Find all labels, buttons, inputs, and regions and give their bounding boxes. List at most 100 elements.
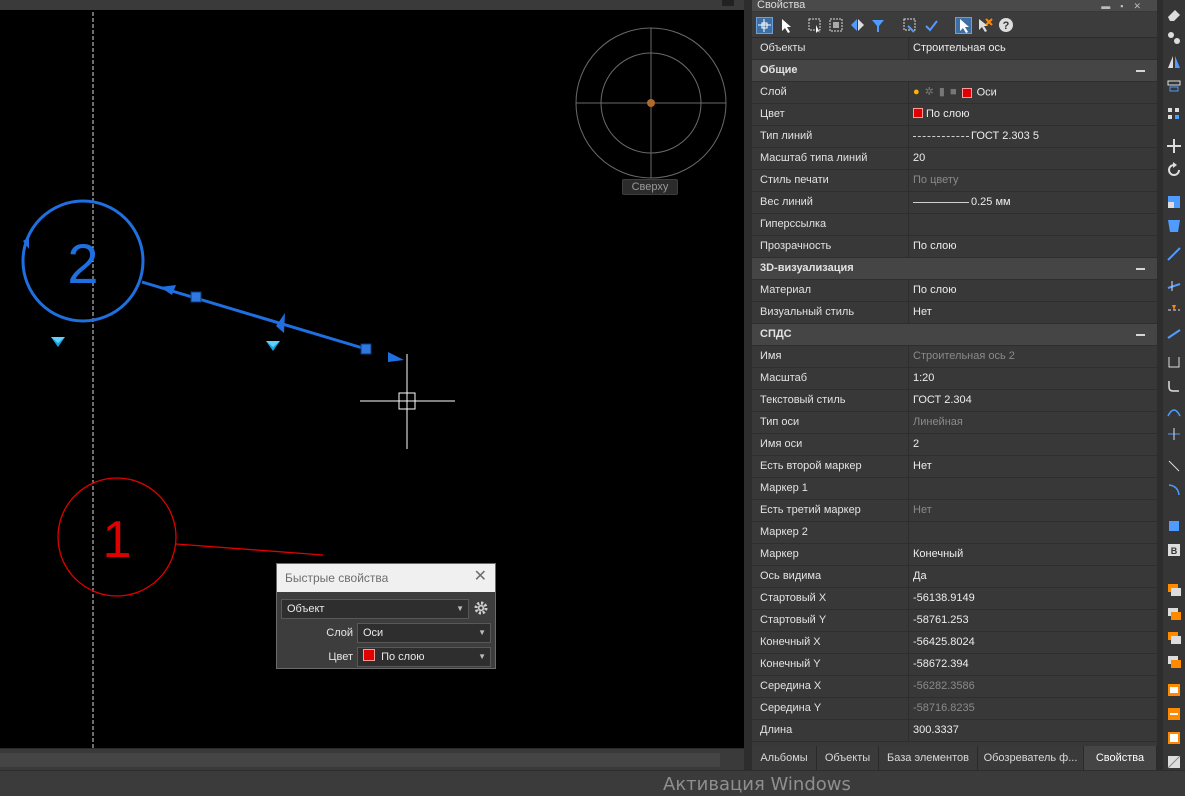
property-row[interactable]: Вес линий 0.25 мм — [752, 192, 1157, 214]
property-row[interactable]: Длина 300.3337 — [752, 720, 1157, 742]
property-value[interactable]: Строительная ось — [910, 38, 1157, 59]
property-row[interactable]: Объекты Строительная ось — [752, 38, 1157, 60]
panel-tab[interactable]: Объекты — [817, 746, 879, 770]
layer-send-icon[interactable] — [1166, 630, 1182, 646]
property-value[interactable]: По цвету — [910, 170, 1157, 191]
scale-icon[interactable] — [1166, 194, 1182, 210]
text-edit-icon[interactable]: B — [1166, 542, 1182, 558]
property-row[interactable]: Есть второй маркер Нет — [752, 456, 1157, 478]
select-pointer-icon[interactable] — [778, 17, 795, 34]
property-value[interactable]: -56425.8024 — [910, 632, 1157, 653]
property-row[interactable]: Маркер Конечный — [752, 544, 1157, 566]
offset-icon[interactable] — [1166, 78, 1182, 94]
property-row[interactable]: Слой ● ✲ ▮ ■ Оси — [752, 82, 1157, 104]
property-row[interactable]: Масштаб типа линий 20 — [752, 148, 1157, 170]
panel-tab[interactable]: Обозреватель ф... — [978, 746, 1084, 770]
measure-icon[interactable] — [1166, 482, 1182, 498]
property-value[interactable]: Нет — [910, 456, 1157, 477]
text-to-front-icon[interactable] — [1166, 682, 1182, 698]
property-value[interactable]: 0.25 мм — [910, 192, 1157, 213]
layer-bring-icon[interactable] — [1166, 654, 1182, 670]
layer-move-icon[interactable] — [1166, 606, 1182, 622]
property-value[interactable] — [910, 478, 1157, 499]
property-value[interactable]: -56282.3586 — [910, 676, 1157, 697]
property-value[interactable] — [910, 214, 1157, 235]
close-icon[interactable]: ✕ — [474, 568, 487, 586]
array-icon[interactable] — [1166, 106, 1182, 122]
property-value[interactable]: Нет — [910, 302, 1157, 323]
viewcube[interactable] — [575, 27, 727, 179]
blend-icon[interactable] — [1166, 402, 1182, 418]
horizontal-scrollbar[interactable] — [0, 748, 744, 770]
property-row[interactable]: Конечный X -56425.8024 — [752, 632, 1157, 654]
explode-icon[interactable] — [1166, 426, 1182, 442]
collapse-icon[interactable] — [1136, 334, 1145, 336]
property-row[interactable]: Гиперссылка — [752, 214, 1157, 236]
leaders-to-front-icon[interactable] — [1166, 730, 1182, 746]
quick-select-icon[interactable] — [807, 17, 824, 34]
property-row[interactable]: Стартовый X -56138.9149 — [752, 588, 1157, 610]
property-row[interactable]: Масштаб 1:20 — [752, 368, 1157, 390]
property-row[interactable]: Прозрачность По слою — [752, 236, 1157, 258]
property-value[interactable]: По слою — [910, 236, 1157, 257]
stretch-icon[interactable] — [1166, 218, 1182, 234]
trim-icon[interactable] — [1166, 246, 1182, 262]
property-value[interactable]: ● ✲ ▮ ■ Оси — [910, 82, 1157, 103]
property-row[interactable]: Маркер 2 — [752, 522, 1157, 544]
property-value[interactable]: Строительная ось 2 — [910, 346, 1157, 367]
eraser-icon[interactable] — [1166, 6, 1182, 22]
property-row[interactable]: Текстовый стиль ГОСТ 2.304 — [752, 390, 1157, 412]
property-value[interactable]: 300.3337 — [910, 720, 1157, 741]
chamfer-icon[interactable] — [1166, 354, 1182, 370]
property-row[interactable]: Маркер 1 — [752, 478, 1157, 500]
extend-icon[interactable] — [1166, 278, 1182, 294]
panel-tab[interactable]: База элементов — [879, 746, 978, 770]
property-value[interactable] — [910, 522, 1157, 543]
dims-to-front-icon[interactable] — [1166, 706, 1182, 722]
property-value[interactable]: Конечный — [910, 544, 1157, 565]
select-group-icon[interactable] — [902, 17, 919, 34]
property-section-header[interactable]: Общие — [752, 60, 1157, 82]
pickadd-icon[interactable] — [955, 17, 972, 34]
property-value[interactable]: По слою — [910, 280, 1157, 301]
property-value[interactable]: -56138.9149 — [910, 588, 1157, 609]
help-icon[interactable]: ? — [998, 17, 1015, 34]
freeze-icon[interactable]: ✲ — [925, 82, 934, 103]
property-row[interactable]: Тип линий ГОСТ 2.303 5 — [752, 126, 1157, 148]
property-row[interactable]: Имя оси 2 — [752, 434, 1157, 456]
hatch-to-back-icon[interactable] — [1166, 754, 1182, 770]
checkmark-select-icon[interactable] — [923, 17, 940, 34]
layer-select[interactable]: Оси ▼ — [357, 623, 491, 643]
property-value[interactable]: Линейная — [910, 412, 1157, 433]
panel-splitter[interactable] — [744, 0, 752, 770]
panel-window-controls[interactable]: ▬▪✕ — [1101, 1, 1151, 11]
gear-icon[interactable] — [473, 600, 489, 616]
property-section-header[interactable]: 3D-визуализация — [752, 258, 1157, 280]
layer-copy-icon[interactable] — [1166, 582, 1182, 598]
quick-properties-popup[interactable]: Быстрые свойства ✕ Объект ▼ Слой Оси ▼ Ц… — [276, 563, 496, 669]
property-row[interactable]: Стартовый Y -58761.253 — [752, 610, 1157, 632]
select-similar-icon[interactable] — [828, 17, 845, 34]
property-row[interactable]: Середина Y -58716.8235 — [752, 698, 1157, 720]
block-icon[interactable] — [1166, 518, 1182, 534]
property-row[interactable]: Визуальный стиль Нет — [752, 302, 1157, 324]
fillet-icon[interactable] — [1166, 378, 1182, 394]
panel-tab[interactable]: Альбомы — [752, 746, 817, 770]
divide-icon[interactable] — [1166, 458, 1182, 474]
property-value[interactable]: -58672.394 — [910, 654, 1157, 675]
property-row[interactable]: Ось видима Да — [752, 566, 1157, 588]
property-row[interactable]: Конечный Y -58672.394 — [752, 654, 1157, 676]
viewcube-top-label[interactable]: Сверху — [622, 179, 678, 195]
add-to-selection-icon[interactable] — [756, 17, 773, 34]
quick-properties-header[interactable]: Быстрые свойства ✕ — [277, 564, 495, 592]
filter-icon[interactable] — [870, 17, 887, 34]
panel-tab[interactable]: Свойства — [1084, 746, 1157, 770]
property-value[interactable]: Да — [910, 566, 1157, 587]
property-value[interactable]: 1:20 — [910, 368, 1157, 389]
axis-2-selected[interactable]: 2 — [21, 199, 404, 362]
property-value[interactable]: 2 — [910, 434, 1157, 455]
property-row[interactable]: Цвет По слою — [752, 104, 1157, 126]
collapse-icon[interactable] — [1136, 268, 1145, 270]
property-value[interactable]: 20 — [910, 148, 1157, 169]
property-value[interactable]: ГОСТ 2.304 — [910, 390, 1157, 411]
